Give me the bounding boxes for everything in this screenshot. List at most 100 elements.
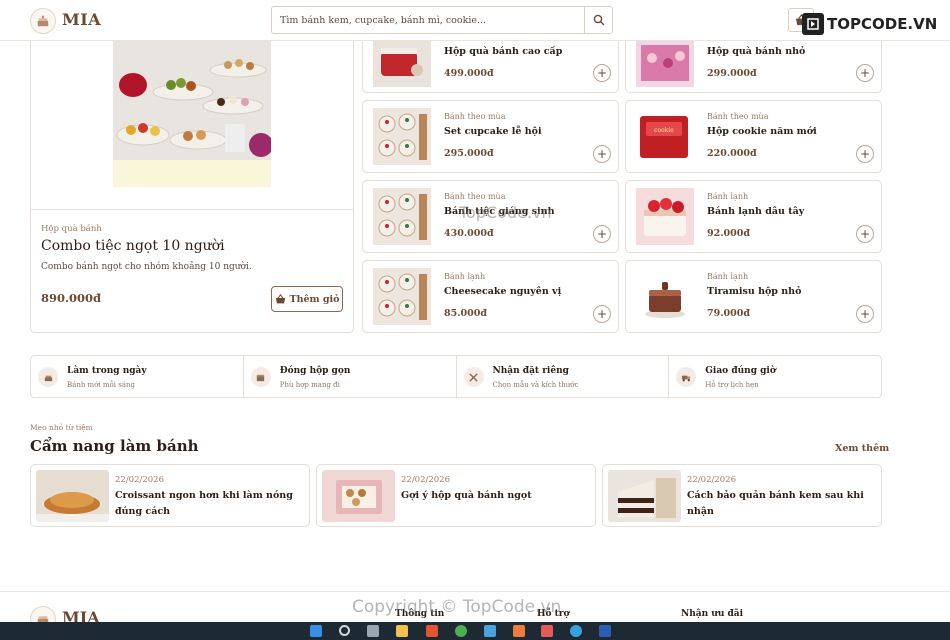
notepad-icon[interactable] bbox=[484, 625, 496, 637]
product-card[interactable]: Bánh theo mùa Set cupcake lễ hội 295.000… bbox=[362, 100, 619, 173]
see-more-link[interactable]: Xem thêm bbox=[835, 443, 889, 454]
plus-icon: + bbox=[596, 66, 608, 80]
footer-col-newsletter: Nhận ưu đãi bbox=[681, 609, 744, 619]
brave-browser-icon[interactable] bbox=[426, 625, 438, 637]
blog-post-title[interactable]: Croissant ngon hơn khi làm nóng đúng các… bbox=[115, 488, 303, 520]
feature-subtitle: Chọn mẫu và kích thước bbox=[492, 381, 579, 389]
site-header: MIA TOPCODE.VN bbox=[0, 0, 950, 41]
edge-icon[interactable] bbox=[570, 625, 582, 637]
blog-kicker: Mẹo nhỏ từ tiệm bbox=[30, 423, 93, 432]
plus-icon: + bbox=[859, 147, 871, 161]
add-product-button[interactable]: + bbox=[593, 145, 611, 163]
windows-start-icon[interactable] bbox=[310, 625, 322, 637]
product-card[interactable]: Hộp quà bánh nhỏ 299.000đ + bbox=[625, 40, 882, 93]
feature-item: Đóng hộp gọn Phù hợp mang đi bbox=[244, 356, 457, 397]
product-name[interactable]: Hộp cookie năm mới bbox=[707, 126, 817, 137]
search-input[interactable] bbox=[272, 7, 585, 33]
product-category: Bánh lạnh bbox=[707, 192, 749, 201]
blog-post-image[interactable] bbox=[322, 470, 395, 522]
product-card[interactable]: Hộp quà bánh cao cấp 499.000đ + bbox=[362, 40, 619, 93]
product-name[interactable]: Set cupcake lễ hội bbox=[444, 126, 542, 137]
feature-item: Nhận đặt riêng Chọn mẫu và kích thước bbox=[457, 356, 670, 397]
box-icon bbox=[250, 367, 271, 387]
app-icon[interactable] bbox=[541, 625, 553, 637]
plus-icon: + bbox=[596, 227, 608, 241]
plus-icon: + bbox=[859, 66, 871, 80]
product-thumbnail[interactable] bbox=[636, 188, 694, 245]
plus-icon: + bbox=[596, 147, 608, 161]
add-product-button[interactable]: + bbox=[593, 225, 611, 243]
taskbar-search-icon[interactable] bbox=[339, 625, 350, 636]
featured-description: Combo bánh ngọt cho nhóm khoảng 10 người… bbox=[41, 262, 252, 272]
topcode-logo-text: TOPCODE.VN bbox=[827, 15, 938, 33]
product-name[interactable]: Hộp quà bánh cao cấp bbox=[444, 46, 562, 57]
search-button[interactable] bbox=[584, 7, 612, 33]
blog-post-image[interactable] bbox=[608, 470, 681, 522]
blog-post-title[interactable]: Gợi ý hộp quà bánh ngọt bbox=[401, 488, 589, 504]
product-name[interactable]: Hộp quà bánh nhỏ bbox=[707, 46, 805, 57]
product-card[interactable]: Bánh lạnh Tiramisu hộp nhỏ 79.000đ + bbox=[625, 260, 882, 333]
product-category: Bánh theo mùa bbox=[444, 192, 506, 201]
basket-icon bbox=[275, 293, 285, 303]
product-price: 220.000đ bbox=[707, 148, 757, 159]
product-card[interactable]: cookie Bánh theo mùa Hộp cookie năm mới … bbox=[625, 100, 882, 173]
product-thumbnail[interactable] bbox=[373, 188, 431, 245]
truck-icon bbox=[676, 367, 697, 387]
plus-icon: + bbox=[596, 307, 608, 321]
product-thumbnail[interactable] bbox=[373, 268, 431, 325]
add-product-button[interactable]: + bbox=[856, 145, 874, 163]
product-name[interactable]: Cheesecake nguyên vị bbox=[444, 286, 561, 297]
add-to-cart-button[interactable]: Thêm giỏ bbox=[271, 286, 343, 312]
feature-title: Nhận đặt riêng bbox=[492, 366, 569, 376]
product-thumbnail[interactable]: cookie bbox=[636, 108, 694, 165]
product-price: 295.000đ bbox=[444, 148, 494, 159]
xampp-icon[interactable] bbox=[513, 625, 525, 637]
logo-cake-icon[interactable] bbox=[30, 8, 56, 34]
blog-post-card[interactable]: 22/02/2026 Croissant ngon hơn khi làm nó… bbox=[30, 464, 310, 527]
add-to-cart-label: Thêm giỏ bbox=[289, 293, 340, 305]
product-thumbnail[interactable] bbox=[636, 268, 694, 325]
chrome-icon[interactable] bbox=[455, 625, 467, 637]
blog-post-date: 22/02/2026 bbox=[401, 475, 450, 485]
product-price: 430.000đ bbox=[444, 228, 494, 239]
product-name[interactable]: Tiramisu hộp nhỏ bbox=[707, 286, 801, 297]
product-price: 85.000đ bbox=[444, 308, 488, 319]
add-product-button[interactable]: + bbox=[856, 305, 874, 323]
copyright-watermark: Copyright © TopCode.vn bbox=[352, 597, 562, 617]
blog-post-title[interactable]: Cách bảo quản bánh kem sau khi nhận bbox=[687, 488, 875, 520]
task-view-icon[interactable] bbox=[367, 625, 379, 637]
blog-post-date: 22/02/2026 bbox=[115, 475, 164, 485]
feature-title: Làm trong ngày bbox=[67, 366, 147, 376]
product-price: 79.000đ bbox=[707, 308, 751, 319]
logo-text[interactable]: MIA bbox=[62, 10, 101, 29]
product-thumbnail[interactable] bbox=[636, 40, 694, 87]
blog-post-image[interactable] bbox=[36, 470, 109, 522]
featured-product-image[interactable] bbox=[113, 40, 271, 187]
feature-subtitle: Phù hợp mang đi bbox=[279, 381, 340, 389]
featured-image-area bbox=[31, 40, 353, 210]
product-name[interactable]: Bánh lạnh dâu tây bbox=[707, 206, 804, 217]
feature-item: Giao đúng giờ Hỗ trợ lịch hẹn bbox=[669, 356, 881, 397]
featured-title[interactable]: Combo tiệc ngọt 10 người bbox=[41, 238, 225, 254]
feature-item: Làm trong ngày Bánh mới mỗi sáng bbox=[31, 356, 244, 397]
cake-icon bbox=[38, 367, 58, 387]
product-thumbnail[interactable] bbox=[373, 108, 431, 165]
svg-text:cookie: cookie bbox=[654, 127, 674, 134]
product-card[interactable]: Bánh lạnh Cheesecake nguyên vị 85.000đ + bbox=[362, 260, 619, 333]
product-thumbnail[interactable] bbox=[373, 40, 431, 87]
file-explorer-icon[interactable] bbox=[396, 625, 408, 637]
service-features: Làm trong ngày Bánh mới mỗi sáng Đóng hộ… bbox=[30, 355, 882, 398]
word-icon[interactable] bbox=[599, 625, 611, 637]
blog-post-card[interactable]: 22/02/2026 Cách bảo quản bánh kem sau kh… bbox=[602, 464, 882, 527]
add-product-button[interactable]: + bbox=[856, 225, 874, 243]
product-card[interactable]: Bánh lạnh Bánh lạnh dâu tây 92.000đ + bbox=[625, 180, 882, 253]
featured-category: Hộp quà bánh bbox=[41, 224, 102, 234]
add-product-button[interactable]: + bbox=[593, 64, 611, 82]
add-product-button[interactable]: + bbox=[856, 64, 874, 82]
blog-post-card[interactable]: 22/02/2026 Gợi ý hộp quà bánh ngọt bbox=[316, 464, 596, 527]
featured-product-card[interactable]: Hộp quà bánh Combo tiệc ngọt 10 người Co… bbox=[30, 40, 354, 333]
product-category: Bánh theo mùa bbox=[707, 112, 769, 121]
plus-icon: + bbox=[859, 307, 871, 321]
add-product-button[interactable]: + bbox=[593, 305, 611, 323]
topcode-watermark-logo: TOPCODE.VN bbox=[802, 10, 937, 38]
